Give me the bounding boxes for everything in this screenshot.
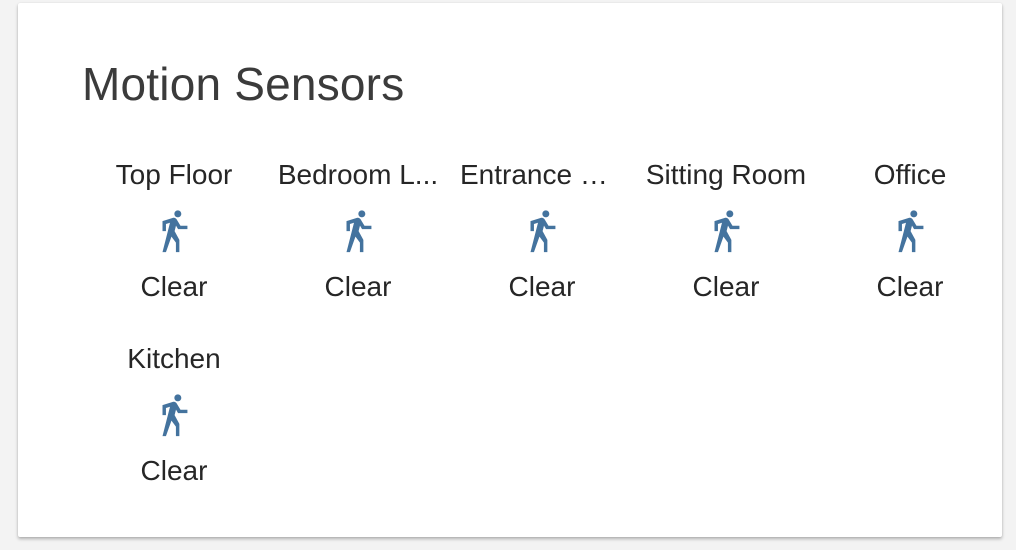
entity-state: Clear [140,271,208,302]
entity-state: Clear [140,455,208,486]
entity-name: Kitchen [127,343,221,374]
entity-name: Bedroom L... [277,159,439,190]
entity-kitchen[interactable]: Kitchen Clear [82,339,266,523]
walk-icon[interactable] [335,210,381,256]
entity-office[interactable]: Office Clear [818,155,1002,339]
entity-top-floor[interactable]: Top Floor Clear [82,155,266,339]
walk-icon[interactable] [887,210,933,256]
entity-state: Clear [324,271,392,302]
entity-name: Entrance Hall [460,159,624,190]
entity-state: Clear [876,271,944,302]
entity-name: Office [873,159,947,190]
entity-sitting-room[interactable]: Sitting Room Clear [634,155,818,339]
entity-entrance-hall[interactable]: Entrance Hall Clear [450,155,634,339]
entity-row: Top Floor Clear Bedroom L... Clear Entra… [82,155,1002,339]
card-title: Motion Sensors [82,58,405,110]
entity-name: Sitting Room [645,159,807,190]
entity-grid: Top Floor Clear Bedroom L... Clear Entra… [82,155,1002,523]
entity-name: Top Floor [115,159,233,190]
entity-bedroom[interactable]: Bedroom L... Clear [266,155,450,339]
entity-state: Clear [692,271,760,302]
motion-sensors-card: Motion Sensors Top Floor Clear Bedroom L… [18,3,1002,537]
walk-icon[interactable] [519,210,565,256]
walk-icon[interactable] [703,210,749,256]
walk-icon[interactable] [151,394,197,440]
entity-row: Kitchen Clear [82,339,1002,523]
entity-state: Clear [508,271,576,302]
walk-icon[interactable] [151,210,197,256]
